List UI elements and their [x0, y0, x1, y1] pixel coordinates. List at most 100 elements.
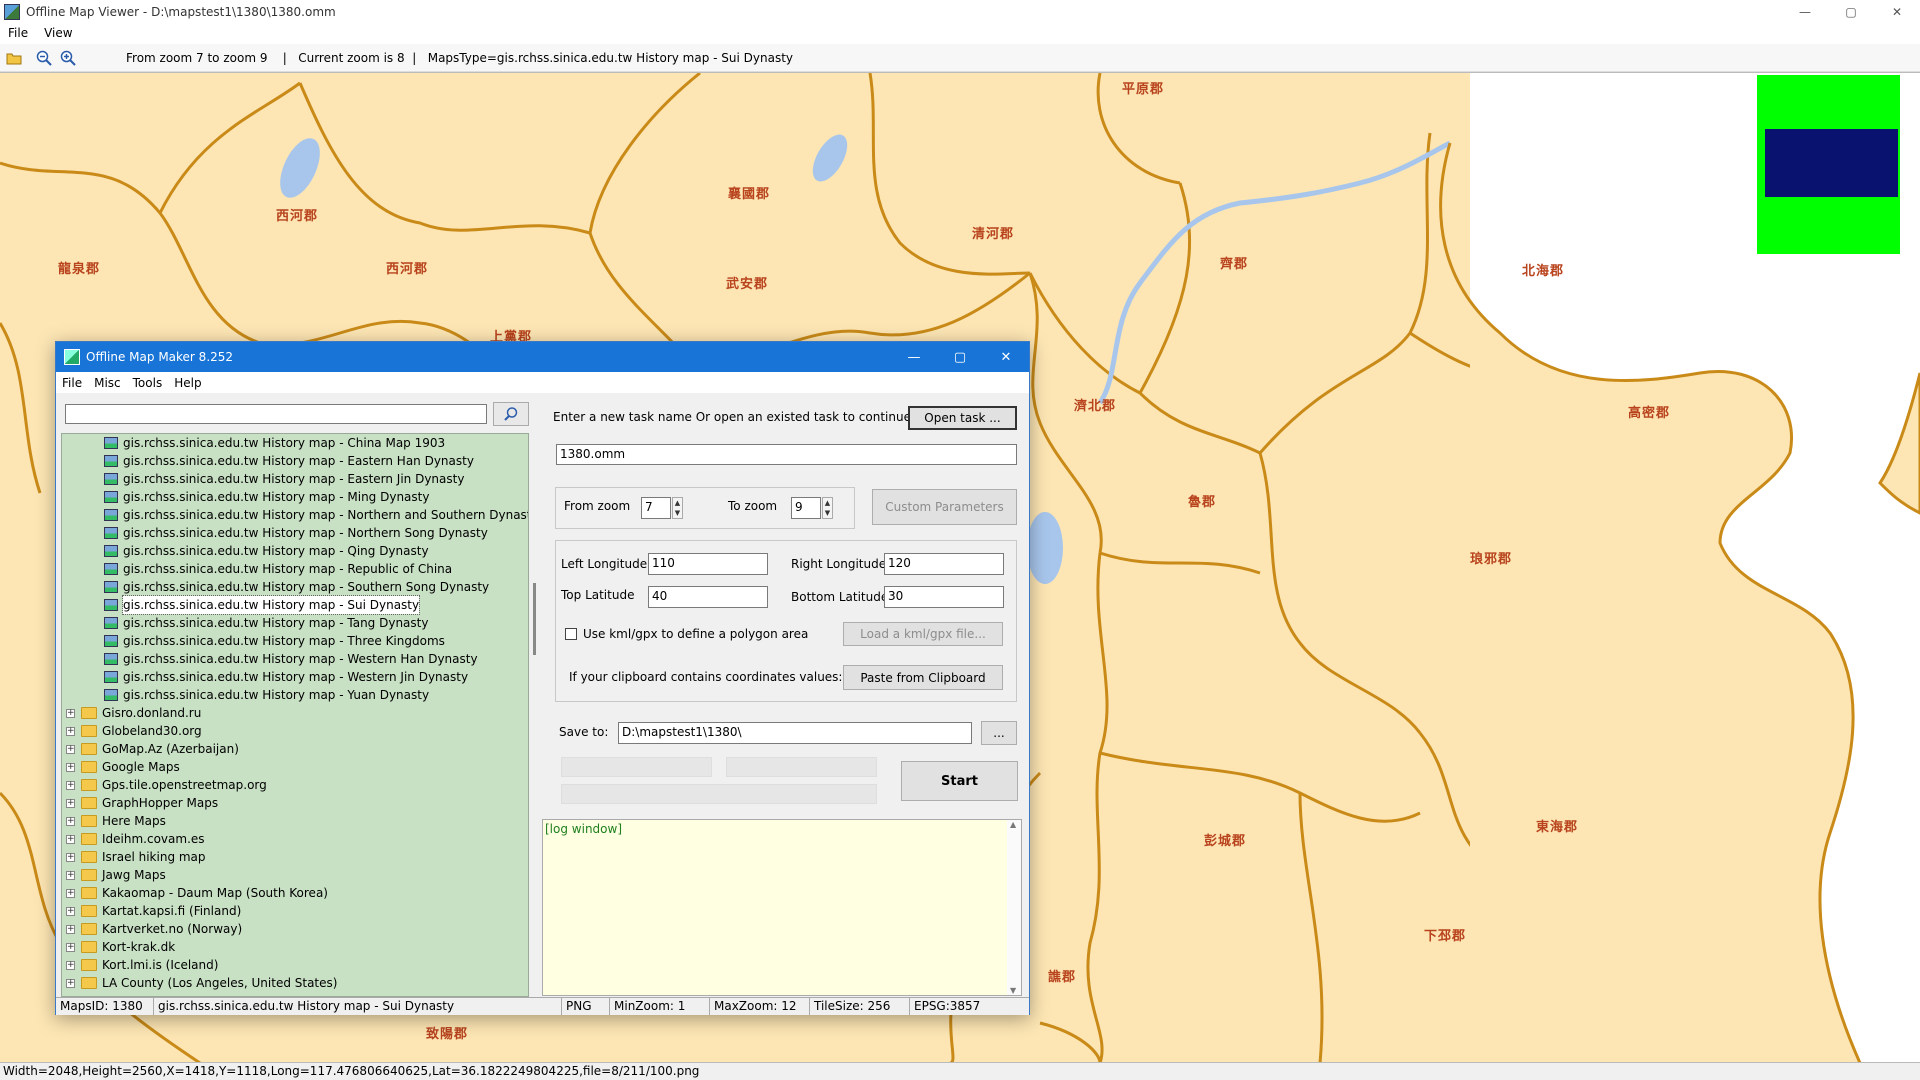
tree-folder[interactable]: + Jawg Maps	[66, 866, 166, 884]
expand-icon[interactable]: +	[66, 726, 75, 736]
map-label: 濟北郡	[1074, 399, 1117, 414]
map-label: 高密郡	[1628, 406, 1671, 421]
tree-item[interactable]: gis.rchss.sinica.edu.tw History map - Ta…	[104, 614, 428, 632]
expand-icon[interactable]: +	[66, 978, 75, 988]
expand-icon[interactable]: +	[66, 834, 75, 844]
from-zoom-input[interactable]: 7	[641, 497, 671, 519]
from-zoom-stepper[interactable]: ▲ ▼	[672, 497, 683, 519]
search-button[interactable]	[493, 402, 529, 426]
tree-item[interactable]: gis.rchss.sinica.edu.tw History map - Qi…	[104, 542, 429, 560]
tree-item[interactable]: gis.rchss.sinica.edu.tw History map - Ea…	[104, 452, 474, 470]
expand-icon[interactable]: +	[66, 816, 75, 826]
tree-item[interactable]: gis.rchss.sinica.edu.tw History map - No…	[104, 524, 488, 542]
tree-item[interactable]: gis.rchss.sinica.edu.tw History map - Th…	[104, 632, 445, 650]
tree-folder[interactable]: + GoMap.Az (Azerbaijan)	[66, 740, 239, 758]
use-kml-checkbox[interactable]	[565, 628, 577, 640]
bottom-latitude-input[interactable]: 30	[884, 586, 1004, 608]
maximize-button[interactable]: ▢	[1828, 0, 1874, 23]
expand-icon[interactable]: +	[66, 798, 75, 808]
scrollbar-thumb[interactable]	[533, 583, 536, 655]
expand-icon[interactable]: +	[66, 870, 75, 880]
expand-icon[interactable]: +	[66, 942, 75, 952]
browse-button[interactable]: ...	[981, 721, 1017, 745]
tree-folder[interactable]: + Israel hiking map	[66, 848, 206, 866]
tree-folder[interactable]: + Globeland30.org	[66, 722, 202, 740]
task-name-input[interactable]: 1380.omm	[556, 444, 1017, 465]
menu-misc[interactable]: Misc	[88, 376, 127, 390]
log-scrollbar[interactable]: ▲ ▼	[1007, 820, 1021, 995]
tree-folder[interactable]: + Google Maps	[66, 758, 180, 776]
tree-folder[interactable]: + Gps.tile.openstreetmap.org	[66, 776, 267, 794]
menu-view[interactable]: View	[36, 26, 80, 40]
main-menu-bar: File View	[0, 23, 1920, 43]
expand-icon[interactable]: +	[66, 888, 75, 898]
start-button[interactable]: Start	[901, 761, 1018, 801]
map-label: 魯郡	[1188, 495, 1217, 510]
close-button[interactable]: ✕	[1874, 0, 1920, 23]
tree-item[interactable]: gis.rchss.sinica.edu.tw History map - So…	[104, 578, 489, 596]
tree-item[interactable]: gis.rchss.sinica.edu.tw History map - We…	[104, 650, 478, 668]
save-path-input[interactable]: D:\mapstest1\1380\	[618, 722, 972, 744]
dialog-minimize-button[interactable]: —	[891, 342, 937, 372]
custom-parameters-button[interactable]: Custom Parameters	[872, 489, 1017, 525]
right-longitude-input[interactable]: 120	[884, 553, 1004, 575]
minimize-button[interactable]: —	[1782, 0, 1828, 23]
to-zoom-stepper[interactable]: ▲ ▼	[822, 497, 833, 519]
left-longitude-input[interactable]: 110	[648, 553, 768, 575]
log-window[interactable]: [log window] ▲ ▼	[542, 819, 1022, 996]
open-task-button[interactable]: Open task ...	[908, 406, 1017, 430]
tree-item[interactable]: gis.rchss.sinica.edu.tw History map - Mi…	[104, 488, 429, 506]
map-label: 平原郡	[1122, 82, 1165, 97]
open-folder-icon[interactable]	[4, 48, 24, 68]
expand-icon[interactable]: +	[66, 762, 75, 772]
minimap[interactable]	[1757, 73, 1920, 254]
map-search-input[interactable]	[65, 404, 487, 424]
zoom-out-icon[interactable]	[34, 48, 54, 68]
expand-icon[interactable]: +	[66, 744, 75, 754]
tree-scrollbar[interactable]	[531, 433, 539, 997]
minimap-viewport[interactable]	[1765, 129, 1898, 197]
menu-help[interactable]: Help	[168, 376, 207, 390]
expand-icon[interactable]: +	[66, 852, 75, 862]
expand-icon[interactable]: +	[66, 960, 75, 970]
tree-folder[interactable]: + Kartat.kapsi.fi (Finland)	[66, 902, 241, 920]
tree-folder[interactable]: + Ideihm.covam.es	[66, 830, 205, 848]
dialog-close-button[interactable]: ✕	[983, 342, 1029, 372]
to-zoom-input[interactable]: 9	[791, 497, 821, 519]
tree-folder[interactable]: + Gisro.donland.ru	[66, 704, 201, 722]
tree-item[interactable]: gis.rchss.sinica.edu.tw History map - Re…	[104, 560, 452, 578]
dialog-maximize-button[interactable]: ▢	[937, 342, 983, 372]
tree-folder[interactable]: + Kort-krak.dk	[66, 938, 175, 956]
tree-folder[interactable]: + Kort.lmi.is (Iceland)	[66, 956, 218, 974]
tree-folder[interactable]: + Kartverket.no (Norway)	[66, 920, 242, 938]
tree-folder[interactable]: + LA County (Los Angeles, United States)	[66, 974, 337, 992]
menu-file[interactable]: File	[56, 376, 88, 390]
tree-item[interactable]: gis.rchss.sinica.edu.tw History map - Yu…	[104, 686, 429, 704]
tree-folder[interactable]: + Kakaomap - Daum Map (South Korea)	[66, 884, 328, 902]
tree-folder[interactable]: + GraphHopper Maps	[66, 794, 218, 812]
dialog-title: Offline Map Maker 8.252	[86, 350, 234, 364]
tree-item[interactable]: gis.rchss.sinica.edu.tw History map - We…	[104, 668, 468, 686]
left-longitude-label: Left Longitude	[561, 557, 648, 571]
tree-item[interactable]: gis.rchss.sinica.edu.tw History map - Ea…	[104, 470, 464, 488]
status-epsg: EPSG:3857	[914, 999, 981, 1013]
expand-icon[interactable]: +	[66, 924, 75, 934]
top-latitude-input[interactable]: 40	[648, 586, 768, 608]
map-label: 彭城郡	[1204, 834, 1247, 849]
paste-clipboard-button[interactable]: Paste from Clipboard	[843, 665, 1003, 690]
tree-item[interactable]: gis.rchss.sinica.edu.tw History map - No…	[104, 506, 528, 524]
tree-folder[interactable]: + Here Maps	[66, 812, 166, 830]
tree-item[interactable]: gis.rchss.sinica.edu.tw History map - Ch…	[104, 434, 445, 452]
menu-tools[interactable]: Tools	[127, 376, 169, 390]
zoom-in-icon[interactable]	[58, 48, 78, 68]
expand-icon[interactable]: +	[66, 906, 75, 916]
menu-file[interactable]: File	[0, 26, 36, 40]
load-kml-button[interactable]: Load a kml/gpx file...	[843, 622, 1003, 646]
folder-icon	[81, 725, 97, 737]
expand-icon[interactable]: +	[66, 780, 75, 790]
from-zoom-label: From zoom	[564, 499, 631, 513]
expand-icon[interactable]: +	[66, 708, 75, 718]
folder-icon	[81, 905, 97, 917]
tree-item-selected[interactable]: gis.rchss.sinica.edu.tw History map - Su…	[104, 595, 421, 615]
map-type-tree[interactable]: gis.rchss.sinica.edu.tw History map - Ch…	[61, 433, 529, 997]
